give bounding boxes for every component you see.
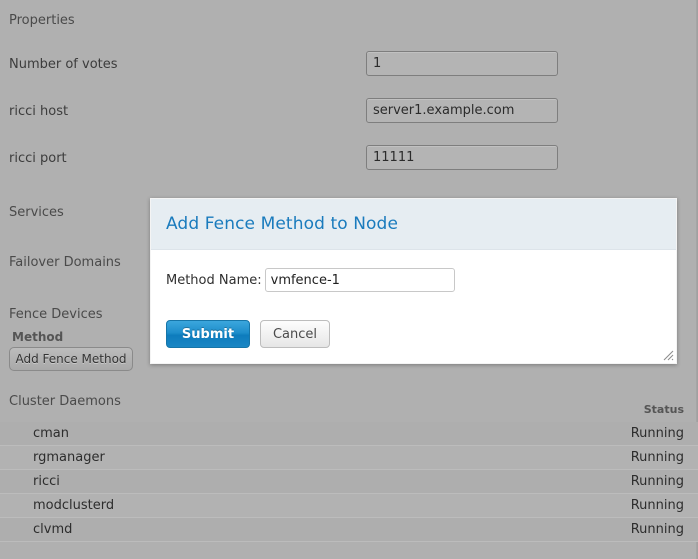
daemon-name: cman (33, 426, 70, 441)
table-row[interactable]: rgmanager Running (0, 446, 698, 470)
daemon-name: modclusterd (33, 498, 115, 513)
resize-grip-icon[interactable] (660, 347, 674, 361)
cancel-button[interactable]: Cancel (260, 320, 330, 348)
daemon-name: clvmd (33, 522, 73, 537)
section-header-properties: Properties (9, 13, 75, 28)
submit-button[interactable]: Submit (166, 320, 250, 348)
method-name-row: Method Name: (166, 268, 455, 292)
add-fence-method-button[interactable]: Add Fence Method (9, 347, 133, 371)
input-number-of-votes[interactable] (366, 51, 558, 76)
status-badge: Running (630, 522, 684, 537)
method-name-label: Method Name: (166, 272, 262, 288)
section-header-cluster-daemons: Cluster Daemons (9, 394, 121, 409)
table-row[interactable]: ricci Running (0, 470, 698, 494)
label-ricci-host: ricci host (9, 104, 69, 119)
status-badge: Running (630, 426, 684, 441)
label-ricci-port: ricci port (9, 151, 67, 166)
dialog-button-row: Submit Cancel (166, 320, 330, 348)
daemon-name: ricci (33, 474, 60, 489)
status-badge: Running (630, 498, 684, 513)
status-badge: Running (630, 474, 684, 489)
method-name-input[interactable] (264, 268, 455, 292)
section-header-failover-domains[interactable]: Failover Domains (9, 255, 121, 270)
cluster-daemons-table: cman Running rgmanager Running ricci Run… (0, 422, 698, 542)
input-ricci-port[interactable] (366, 145, 558, 170)
section-header-fence-devices[interactable]: Fence Devices (9, 307, 103, 322)
add-fence-method-dialog: Add Fence Method to Node Method Name: Su… (150, 198, 677, 364)
status-badge: Running (630, 450, 684, 465)
table-row[interactable]: cman Running (0, 422, 698, 446)
fence-method-column-header: Method (12, 330, 64, 344)
dialog-body: Method Name: Submit Cancel (151, 250, 676, 363)
table-row[interactable]: clvmd Running (0, 518, 698, 542)
table-row[interactable]: modclusterd Running (0, 494, 698, 518)
label-number-of-votes: Number of votes (9, 57, 118, 72)
page-root: Properties Number of votes ricci host ri… (0, 0, 698, 559)
section-header-services[interactable]: Services (9, 205, 64, 220)
dialog-title: Add Fence Method to Node (166, 214, 399, 234)
input-ricci-host[interactable] (366, 98, 558, 123)
daemons-status-column-header: Status (643, 403, 684, 416)
daemon-name: rgmanager (33, 450, 105, 465)
dialog-titlebar[interactable]: Add Fence Method to Node (151, 199, 676, 250)
